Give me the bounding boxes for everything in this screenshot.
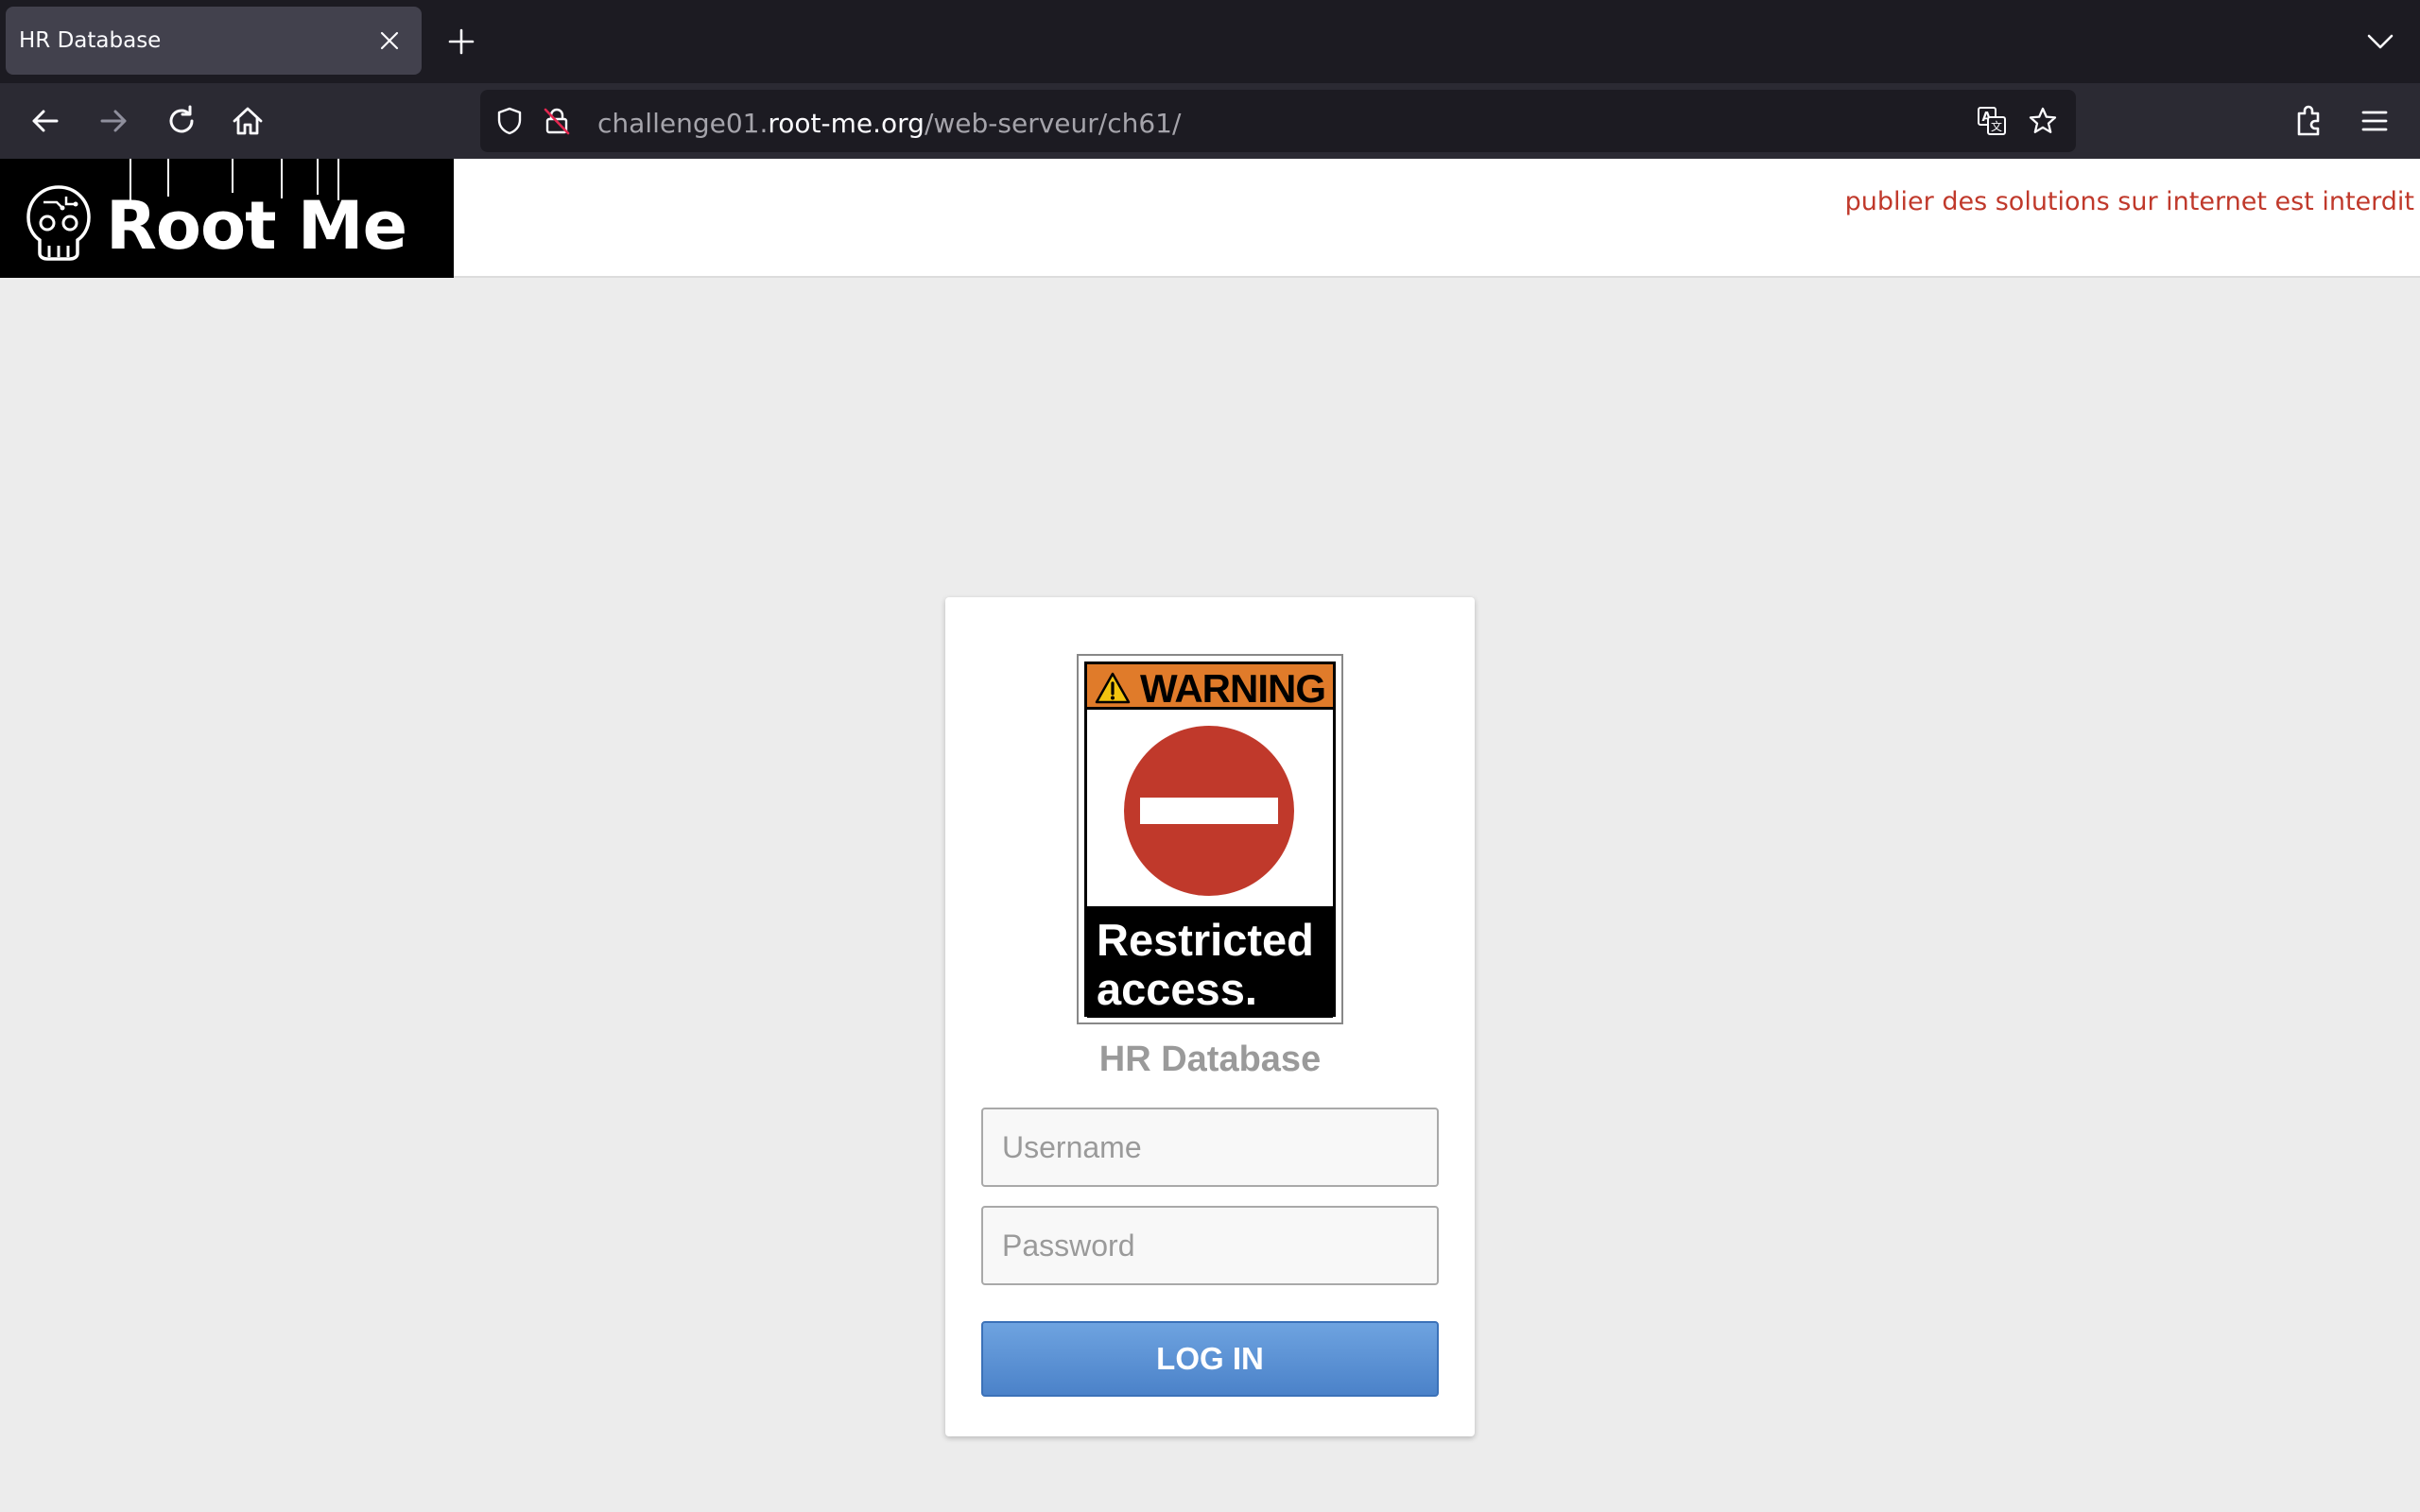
page-title: HR Database — [1098, 1040, 1322, 1079]
root-me-logo[interactable]: Root Me — [0, 159, 454, 278]
plus-icon[interactable] — [444, 25, 478, 59]
logo-text: Root Me — [106, 187, 407, 265]
chevron-down-icon[interactable] — [2363, 26, 2397, 57]
tab-strip: HR Database — [0, 0, 2420, 83]
warning-triangle-icon — [1095, 672, 1131, 704]
sign-caption-line1: Restricted — [1097, 915, 1314, 965]
url-path: /web-serveur/ch61/ — [924, 108, 1182, 139]
username-input[interactable] — [981, 1108, 1439, 1187]
no-solutions-notice: publier des solutions sur internet est i… — [1844, 187, 2414, 216]
no-entry-icon — [1124, 726, 1294, 896]
reload-icon[interactable] — [161, 100, 202, 142]
url-host: root-me.org — [768, 108, 925, 139]
close-icon[interactable] — [377, 28, 402, 53]
url-subdomain: challenge01. — [597, 108, 769, 139]
insecure-lock-icon[interactable] — [541, 105, 573, 137]
forward-arrow-icon[interactable] — [93, 100, 134, 142]
sign-warning-text: WARNING — [1140, 666, 1326, 711]
home-icon[interactable] — [227, 100, 268, 142]
back-arrow-icon[interactable] — [25, 100, 66, 142]
restricted-access-sign: WARNING Restricted access. — [1077, 654, 1343, 1024]
sign-warning-banner: WARNING — [1087, 664, 1333, 711]
navigation-toolbar: challenge01.root-me.org/web-serveur/ch61… — [0, 83, 2420, 159]
svg-text:文: 文 — [1991, 119, 2002, 133]
password-input[interactable] — [981, 1206, 1439, 1285]
login-button[interactable]: LOG IN — [981, 1321, 1439, 1397]
hamburger-menu-icon[interactable] — [2354, 100, 2395, 142]
url-text[interactable]: challenge01.root-me.org/web-serveur/ch61… — [597, 108, 1181, 139]
star-icon[interactable] — [2027, 105, 2059, 137]
translate-icon[interactable]: A 文 — [1976, 105, 2008, 137]
skull-icon — [26, 185, 91, 261]
address-bar[interactable]: challenge01.root-me.org/web-serveur/ch61… — [480, 90, 2076, 152]
sign-caption-line2: access. — [1097, 964, 1257, 1014]
sign-frame: WARNING Restricted access. — [1084, 662, 1336, 1018]
shield-icon[interactable] — [493, 105, 526, 137]
site-header: Root Me publier des solutions sur intern… — [0, 159, 2420, 278]
tab-title: HR Database — [19, 28, 162, 53]
login-card: WARNING Restricted access. HR Database L… — [945, 597, 1475, 1436]
extensions-icon[interactable] — [2288, 100, 2329, 142]
active-tab[interactable]: HR Database — [6, 7, 422, 75]
sign-caption-panel: Restricted access. — [1087, 906, 1333, 1018]
